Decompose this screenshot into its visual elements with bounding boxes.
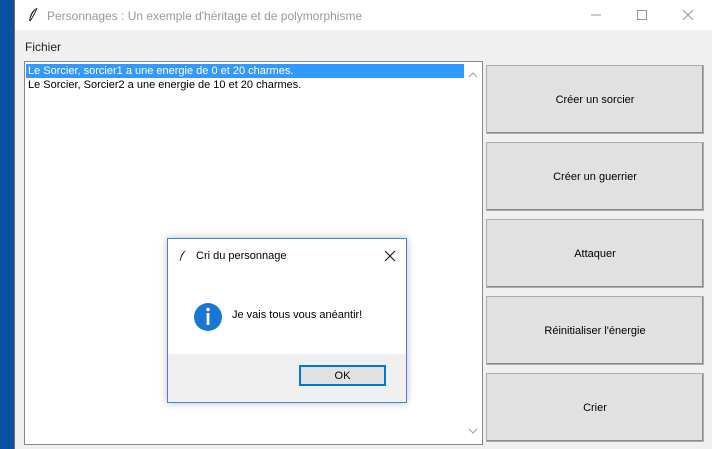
list-item[interactable]: Le Sorcier, sorcier1 a une energie de 0 … xyxy=(26,64,464,78)
maximize-icon xyxy=(637,10,647,20)
close-window-button[interactable] xyxy=(665,0,711,30)
window-title: Personnages : Un exemple d'héritage et d… xyxy=(47,9,363,23)
dialog-message: Je vais tous vous anéantir! xyxy=(232,309,363,321)
title-bar[interactable]: Personnages : Un exemple d'héritage et d… xyxy=(15,0,712,30)
close-icon xyxy=(682,9,694,21)
minimize-icon xyxy=(591,14,601,16)
feather-icon xyxy=(178,249,188,266)
shout-button[interactable]: Crier xyxy=(486,373,704,442)
ok-button[interactable]: OK xyxy=(299,365,386,386)
list-item[interactable]: Le Sorcier, Sorcier2 a une energie de 10… xyxy=(26,78,482,92)
create-warrior-button[interactable]: Créer un guerrier xyxy=(486,142,704,211)
maximize-button[interactable] xyxy=(619,0,665,30)
scroll-up-icon[interactable] xyxy=(468,67,478,81)
info-icon xyxy=(193,302,223,335)
dialog-footer: OK xyxy=(168,354,406,402)
main-window: Personnages : Un exemple d'héritage et d… xyxy=(14,0,712,449)
scroll-down-icon[interactable] xyxy=(468,424,478,438)
message-dialog: Cri du personnage Je vais tous vous anéa… xyxy=(167,238,407,403)
dialog-title: Cri du personnage xyxy=(196,250,287,262)
vertical-scrollbar[interactable] xyxy=(465,62,482,444)
attack-button[interactable]: Attaquer xyxy=(486,219,704,288)
create-sorcerer-button[interactable]: Créer un sorcier xyxy=(486,65,704,134)
menu-fichier[interactable]: Fichier xyxy=(25,40,61,54)
menu-bar xyxy=(15,30,712,56)
feather-icon xyxy=(27,7,39,26)
dialog-close-button[interactable] xyxy=(378,245,402,267)
close-icon xyxy=(384,250,396,262)
minimize-button[interactable] xyxy=(573,0,619,30)
reset-energy-button[interactable]: Réinitialiser l'énergie xyxy=(486,296,704,365)
desktop-background xyxy=(0,0,14,449)
